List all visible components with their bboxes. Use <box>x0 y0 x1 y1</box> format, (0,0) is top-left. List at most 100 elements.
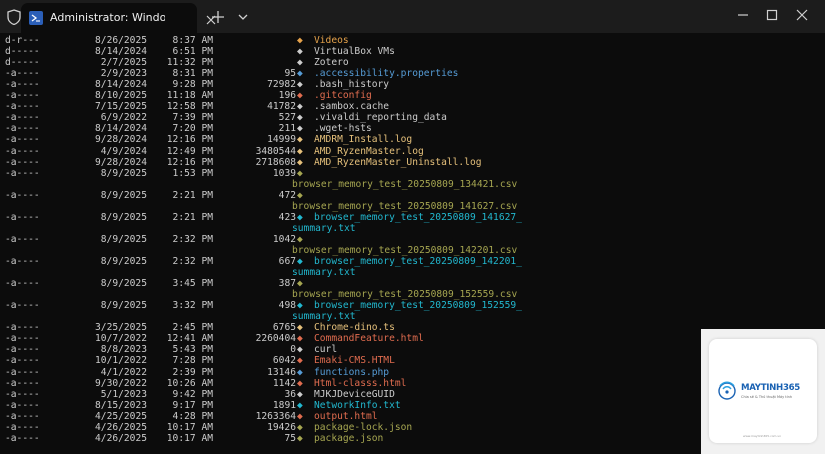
file-time-value: 2:45 <box>172 322 196 334</box>
file-date: 8/9/2025 <box>100 300 147 312</box>
file-size: 2260404 <box>255 333 296 345</box>
file-date: 4/1/2022 <box>100 366 147 378</box>
file-name: NetworkInfo.txt <box>314 399 401 411</box>
file-time-value: 2:21 <box>172 189 196 201</box>
file-mode: -a---- <box>5 300 40 312</box>
file-time: 3:45 PM <box>153 278 213 289</box>
file-time: 11:32 PM <box>153 57 213 68</box>
file-time: 12:16 PM <box>153 134 213 145</box>
close-window-icon[interactable] <box>795 8 809 22</box>
file-name: browser_memory_test_20250809_142201.csv <box>292 244 518 256</box>
file-size: 2718608 <box>255 156 296 168</box>
file-date: 2/7/2025 <box>100 57 147 69</box>
terminal-tab[interactable]: Administrator: Windows Powe <box>21 3 216 33</box>
file-time-ampm: PM <box>201 366 213 378</box>
powershell-icon <box>29 11 43 25</box>
file-time-value: 6:51 <box>172 46 196 58</box>
file-name: output.html <box>314 410 378 422</box>
file-time-ampm: PM <box>201 322 213 334</box>
file-time: 12:16 PM <box>153 157 213 168</box>
file-size: 211 <box>278 123 296 135</box>
file-mode: -a---- <box>5 233 40 245</box>
file-size: 36 <box>284 388 296 400</box>
file-type-icon: ◆ <box>297 123 303 135</box>
file-date: 8/15/2023 <box>95 399 147 411</box>
file-mode: -a---- <box>5 421 40 433</box>
file-time-ampm: PM <box>201 388 213 400</box>
file-time: 3:32 PM <box>153 300 213 311</box>
file-date: 4/26/2025 <box>95 421 147 433</box>
file-time-ampm: PM <box>201 189 213 201</box>
tab-title: Administrator: Windows Powe <box>50 11 165 24</box>
file-time-value: 9:17 <box>172 399 196 411</box>
file-name: Zotero <box>314 57 349 69</box>
file-time-value: 8:31 <box>172 68 196 80</box>
file-type-icon: ◆ <box>297 57 303 69</box>
file-type-icon: ◆ <box>297 189 303 201</box>
file-time: 10:17 AM <box>153 433 213 444</box>
file-time-value: 1:53 <box>172 167 196 179</box>
file-type-icon: ◆ <box>297 101 303 113</box>
file-type-icon: ◆ <box>297 145 303 157</box>
file-time-ampm: PM <box>201 134 213 146</box>
file-time-ampm: PM <box>201 300 213 312</box>
file-time-value: 2:21 <box>172 211 196 223</box>
maximize-icon[interactable] <box>765 8 779 22</box>
file-time: 11:18 AM <box>153 90 213 101</box>
file-size: 1891 <box>272 399 296 411</box>
file-time-value: 11:18 <box>166 90 196 102</box>
file-time-value: 10:17 <box>166 432 196 444</box>
chevron-down-icon[interactable] <box>235 9 251 25</box>
new-tab-icon[interactable] <box>210 9 226 25</box>
file-mode: -a---- <box>5 101 40 113</box>
file-type-icon: ◆ <box>297 421 303 433</box>
file-time: 2:39 PM <box>153 367 213 378</box>
file-time-value: 3:45 <box>172 278 196 290</box>
file-time: 7:39 PM <box>153 112 213 123</box>
file-name: browser_memory_test_20250809_142201_ <box>314 256 522 267</box>
file-size: 3480544 <box>255 145 296 157</box>
file-mode: -a---- <box>5 156 40 168</box>
file-name: Emaki-CMS.HTML <box>314 355 395 367</box>
file-date: 8/9/2025 <box>100 167 147 179</box>
file-size: 95 <box>284 68 296 80</box>
file-time-ampm: PM <box>201 344 213 356</box>
file-time-value: 8:37 <box>172 35 196 46</box>
file-mode: -a---- <box>5 145 40 157</box>
file-time: 9:17 PM <box>153 400 213 411</box>
file-size: 1042 <box>272 233 296 245</box>
file-time-value: 12:58 <box>166 101 196 113</box>
file-type-icon: ◆ <box>297 278 303 290</box>
file-type-icon: ◆ <box>297 90 303 102</box>
minimize-icon[interactable] <box>736 8 750 22</box>
file-time-ampm: PM <box>201 156 213 168</box>
file-size: 498 <box>278 300 296 312</box>
file-date: 3/25/2025 <box>95 322 147 334</box>
file-time-ampm: PM <box>201 145 213 157</box>
file-mode: -a---- <box>5 123 40 135</box>
file-size: 75 <box>284 432 296 444</box>
file-time-value: 7:39 <box>172 112 196 124</box>
file-mode: -a---- <box>5 134 40 146</box>
file-size: 41782 <box>267 101 296 113</box>
file-type-icon: ◆ <box>297 134 303 146</box>
file-time-ampm: PM <box>201 101 213 113</box>
file-time: 6:51 PM <box>153 46 213 57</box>
file-mode: -a---- <box>5 432 40 444</box>
file-date: 9/30/2022 <box>95 377 147 389</box>
file-mode: -a---- <box>5 344 40 356</box>
file-date: 10/7/2022 <box>95 333 147 345</box>
file-mode: -a---- <box>5 90 40 102</box>
file-time-value: 5:43 <box>172 344 196 356</box>
file-type-icon: ◆ <box>297 35 303 46</box>
file-size: 472 <box>278 189 296 201</box>
file-type-icon: ◆ <box>297 211 303 223</box>
file-name: Html-classs.html <box>314 377 407 389</box>
file-name: .sambox.cache <box>314 101 390 113</box>
file-time: 9:28 PM <box>153 79 213 90</box>
file-time-ampm: PM <box>201 46 213 58</box>
file-mode: -a---- <box>5 68 40 80</box>
file-date: 8/14/2024 <box>95 46 147 58</box>
file-name: browser_memory_test_20250809_152559_ <box>314 300 522 312</box>
file-date: 8/9/2025 <box>100 278 147 290</box>
